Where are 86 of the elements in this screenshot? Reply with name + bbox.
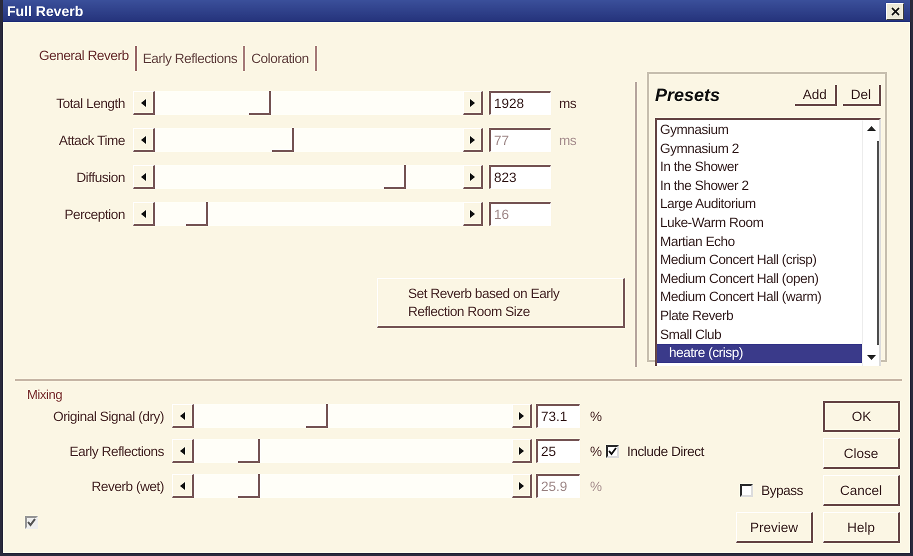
slider-thumb[interactable] xyxy=(306,404,328,428)
right-arrow-icon xyxy=(519,446,524,454)
slider-thumb[interactable] xyxy=(249,91,272,115)
preset-item[interactable]: In the Shower xyxy=(657,158,862,177)
slider-right-button[interactable] xyxy=(512,404,532,428)
tab[interactable]: General Reverb xyxy=(33,46,137,71)
slider-right-button[interactable] xyxy=(512,474,532,498)
scroll-up-icon[interactable] xyxy=(866,126,876,131)
dialog-button[interactable]: OK xyxy=(823,401,900,432)
left-arrow-icon xyxy=(141,136,146,144)
slider-left-button[interactable] xyxy=(133,202,155,226)
tab[interactable]: Early Reflections xyxy=(136,46,246,71)
slider-label: Original Signal (dry) xyxy=(52,408,165,424)
right-arrow-icon xyxy=(470,136,475,144)
preset-item[interactable]: In the Shower 2 xyxy=(657,176,862,196)
preset-item[interactable]: Small Club xyxy=(657,326,862,344)
value-field[interactable]: 1928 xyxy=(489,91,551,115)
slider-label: Perception xyxy=(63,206,126,222)
check-icon xyxy=(608,446,617,456)
left-arrow-icon xyxy=(180,482,185,490)
checkbox-label: Bypass xyxy=(761,483,803,498)
preset-item[interactable]: Gymnasium xyxy=(657,121,862,140)
checkbox[interactable] xyxy=(606,444,619,458)
slider-left-button[interactable] xyxy=(172,439,194,463)
preset-item[interactable]: Medium Concert Hall (open) xyxy=(657,270,862,288)
slider-label: Reverb (wet) xyxy=(90,478,165,494)
left-arrow-icon xyxy=(141,98,146,106)
left-arrow-icon xyxy=(141,210,146,218)
right-arrow-icon xyxy=(470,98,475,106)
slider-left-button[interactable] xyxy=(172,404,194,428)
window-title: Full Reverb xyxy=(7,3,84,19)
right-arrow-icon xyxy=(519,412,524,420)
slider-right-button[interactable] xyxy=(463,165,483,189)
slider-right-button[interactable] xyxy=(512,439,532,463)
value-field[interactable]: 25 xyxy=(536,439,580,463)
unit-label: % xyxy=(589,478,602,494)
preview-button[interactable]: Preview xyxy=(736,512,813,543)
add-button[interactable]: Add xyxy=(794,84,837,106)
preset-item[interactable]: Plate Reverb xyxy=(657,306,862,326)
slider-label: Total Length xyxy=(55,96,126,110)
preset-item[interactable]: Martian Echo xyxy=(657,232,862,252)
preset-item[interactable]: Large Auditorium xyxy=(657,195,862,214)
check-icon xyxy=(27,518,36,527)
unit-label: % xyxy=(589,408,602,424)
scroll-bar[interactable] xyxy=(862,120,879,366)
mixing-title: Mixing xyxy=(27,387,62,402)
unit-label: ms xyxy=(558,96,578,110)
dialog-button[interactable]: Close xyxy=(823,438,900,469)
slider-left-button[interactable] xyxy=(172,474,194,498)
slider-label: Early Reflections xyxy=(68,444,165,458)
delete-button[interactable]: Del xyxy=(842,84,881,106)
slider-left-button[interactable] xyxy=(133,91,155,115)
close-button[interactable] xyxy=(886,2,904,20)
left-arrow-icon xyxy=(141,172,146,180)
slider-label: Diffusion xyxy=(75,170,126,184)
unit-label: ms xyxy=(558,132,578,148)
slider-left-button[interactable] xyxy=(133,165,155,189)
scroll-down-icon[interactable] xyxy=(866,355,876,360)
slider-thumb[interactable] xyxy=(384,165,406,189)
unit-label: % xyxy=(589,444,602,458)
checkbox-label: Include Direct xyxy=(627,444,704,458)
slider-right-button[interactable] xyxy=(463,91,483,115)
tab[interactable]: Coloration xyxy=(245,46,317,71)
presets-title: Presets xyxy=(655,84,722,106)
right-arrow-icon xyxy=(470,172,475,180)
preset-item[interactable]: Gymnasium 2 xyxy=(657,140,862,158)
help-button[interactable]: Help xyxy=(823,512,900,543)
preset-item[interactable]: heatre (crisp) xyxy=(657,344,862,363)
left-arrow-icon xyxy=(180,446,185,454)
value-field[interactable]: 73.1 xyxy=(536,404,580,428)
right-arrow-icon xyxy=(470,210,475,218)
preset-item[interactable]: Medium Concert Hall (crisp) xyxy=(657,251,862,270)
right-arrow-icon xyxy=(519,482,524,490)
slider-right-button[interactable] xyxy=(463,128,483,152)
value-field[interactable]: 823 xyxy=(489,165,551,189)
dialog-button[interactable]: Cancel xyxy=(823,475,900,506)
slider-thumb[interactable] xyxy=(238,439,260,463)
preset-item[interactable]: Luke-Warm Room xyxy=(657,214,862,233)
slider-left-button[interactable] xyxy=(133,128,155,152)
close-icon xyxy=(890,6,900,16)
set-reverb-button[interactable]: Set Reverb based on Early Reflection Room Size xyxy=(377,278,625,328)
checkbox[interactable] xyxy=(740,484,754,497)
left-arrow-icon xyxy=(180,412,185,420)
slider-label: Attack Time xyxy=(58,132,126,148)
preset-item[interactable]: Medium Concert Hall (warm) xyxy=(657,288,862,307)
slider-right-button[interactable] xyxy=(463,202,483,226)
